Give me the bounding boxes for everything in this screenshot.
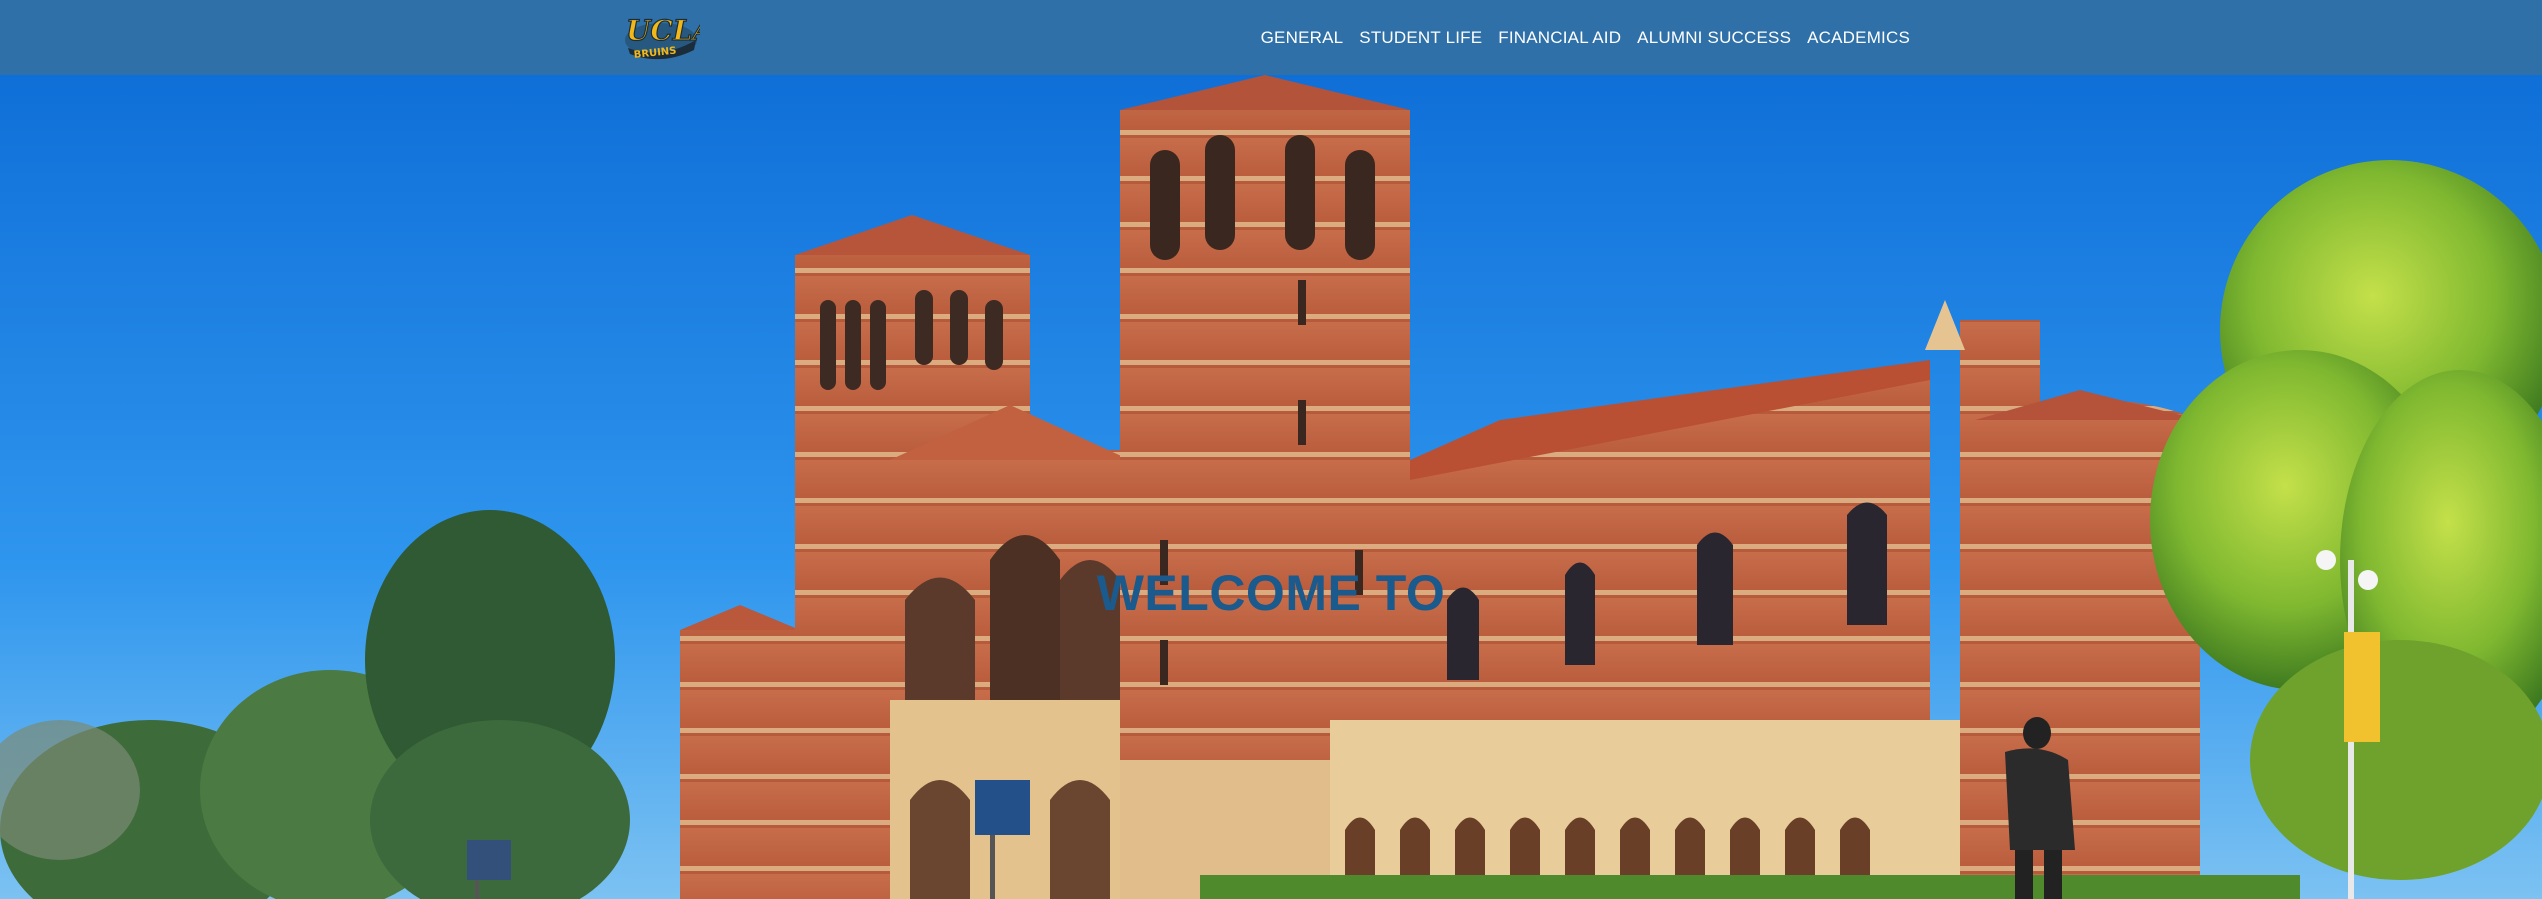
nav-financial-aid[interactable]: FINANCIAL AID (1498, 28, 1621, 48)
nav-general[interactable]: GENERAL (1261, 28, 1344, 48)
ucla-bruins-logo[interactable]: UCLA BRUINS (622, 10, 715, 64)
top-navbar: UCLA BRUINS GENERAL STUDENT LIFE FINANCI… (0, 0, 2542, 75)
svg-text:UCLA: UCLA (626, 14, 700, 47)
hero-section: WELCOME TO (0, 75, 2542, 899)
nav-alumni-success[interactable]: ALUMNI SUCCESS (1637, 28, 1791, 48)
royce-hall-photo (0, 75, 2542, 899)
nav-student-life[interactable]: STUDENT LIFE (1359, 28, 1482, 48)
nav-academics[interactable]: ACADEMICS (1807, 28, 1910, 48)
hero-heading: WELCOME TO (1096, 564, 1446, 621)
main-nav: GENERAL STUDENT LIFE FINANCIAL AID ALUMN… (1261, 0, 1910, 75)
